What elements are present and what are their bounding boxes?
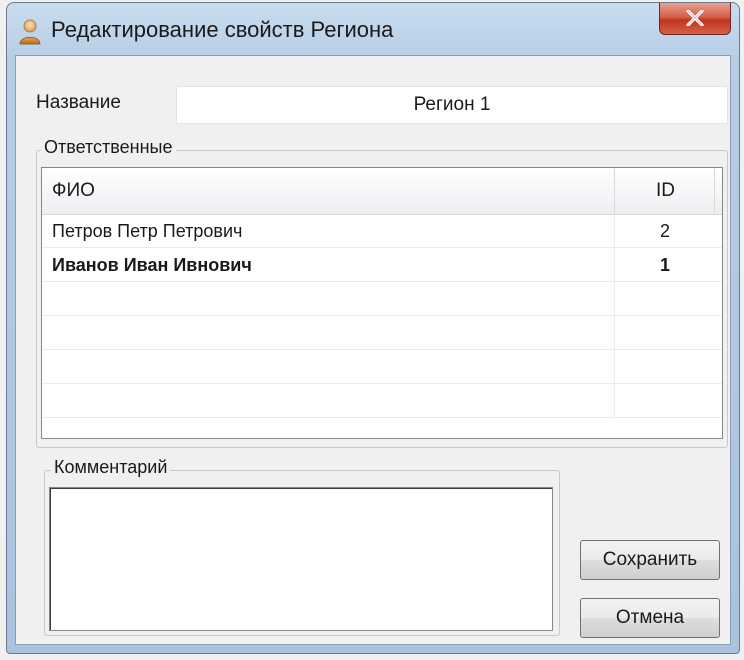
cell-fio: Иванов Иван Ивнович [52, 255, 252, 275]
title-bar[interactable]: Редактирование свойств Региона [7, 3, 739, 55]
empty-row [42, 316, 722, 350]
cancel-button[interactable]: Отмена [580, 598, 720, 638]
responsibles-group-label: Ответственные [41, 137, 176, 158]
comment-group: Комментарий [44, 457, 560, 636]
empty-row [42, 350, 722, 384]
close-button[interactable] [659, 3, 731, 35]
comment-textarea[interactable] [49, 487, 553, 631]
empty-row [42, 384, 722, 418]
table-row[interactable]: Иванов Иван Ивнович 1 [42, 248, 722, 282]
column-header-id[interactable]: ID [656, 180, 675, 202]
cell-id: 2 [659, 221, 670, 241]
close-icon [686, 10, 704, 26]
user-icon [19, 19, 41, 45]
responsibles-table[interactable]: ФИО ID Петров Петр Петрович 2 Иванов Ива… [41, 167, 723, 439]
responsibles-group: Ответственные ФИО ID Петров Петр Петрови… [36, 137, 728, 448]
window-title: Редактирование свойств Региона [51, 17, 394, 42]
dialog-window: Редактирование свойств Региона Название … [6, 2, 740, 654]
save-button[interactable]: Сохранить [580, 540, 720, 580]
name-input[interactable]: Регион 1 [176, 86, 728, 124]
column-header-fio[interactable]: ФИО [52, 180, 95, 202]
cell-id: 1 [659, 255, 670, 275]
name-label: Название [36, 92, 121, 113]
table-header: ФИО ID [42, 168, 722, 215]
table-row[interactable]: Петров Петр Петрович 2 [42, 214, 722, 248]
empty-row [42, 282, 722, 316]
column-divider[interactable] [714, 168, 715, 214]
cell-fio: Петров Петр Петрович [52, 221, 243, 241]
dialog-body: Название Регион 1 Ответственные ФИО ID П… [15, 55, 731, 645]
comment-group-label: Комментарий [51, 457, 171, 478]
column-divider[interactable] [614, 168, 615, 214]
